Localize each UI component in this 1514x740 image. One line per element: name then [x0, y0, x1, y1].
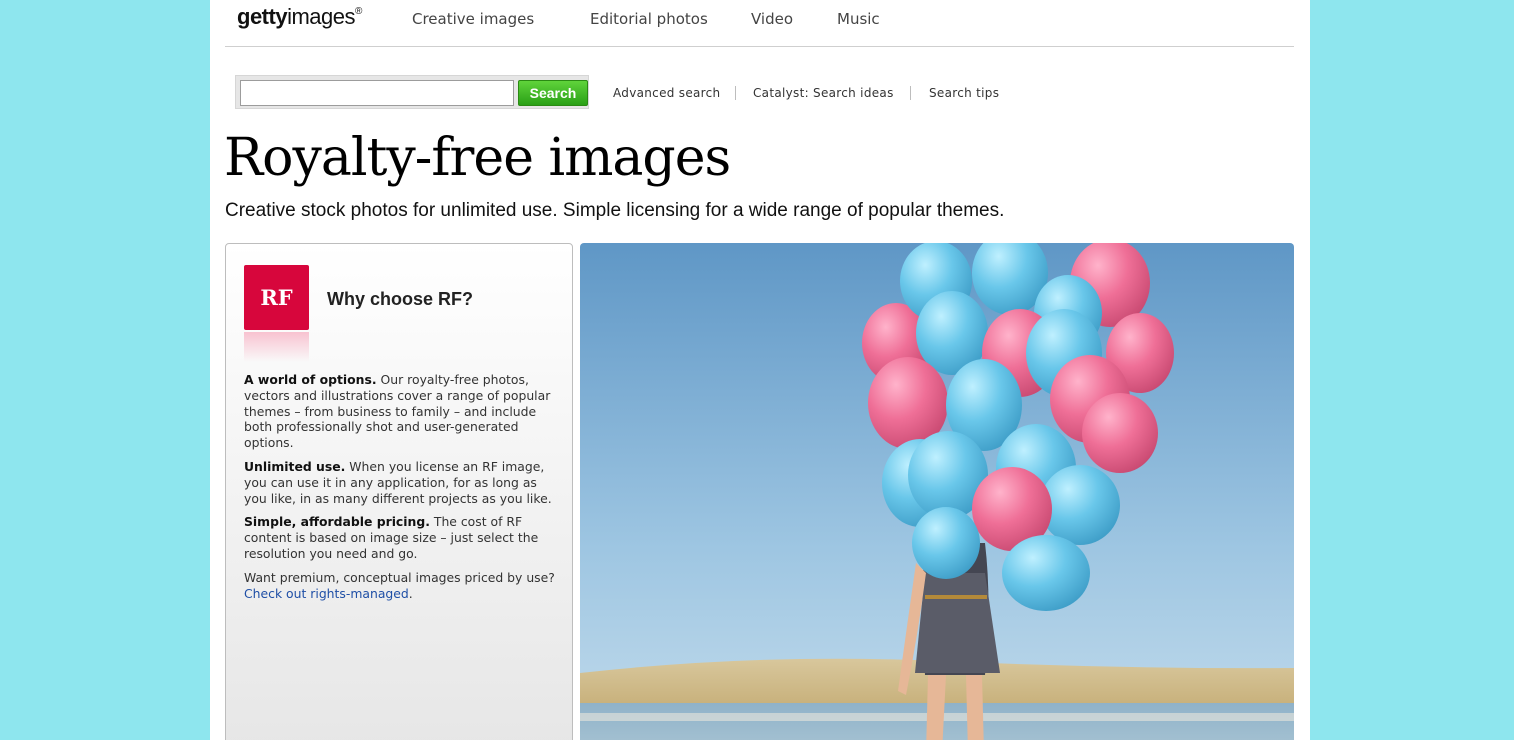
paragraph-options-bold: A world of options. — [244, 372, 377, 387]
page: gettyimages® Creative images Editorial p… — [210, 0, 1310, 740]
header-divider — [225, 46, 1294, 47]
paragraph-options: A world of options. Our royalty-free pho… — [244, 372, 562, 451]
logo-registered-mark: ® — [354, 6, 362, 17]
nav-music[interactable]: Music — [837, 10, 880, 28]
rf-badge-icon: RF — [244, 265, 309, 330]
paragraph-rm-end: . — [408, 585, 413, 601]
rf-badge-reflection — [244, 332, 309, 362]
why-rf-panel: RF Why choose RF? A world of options. Ou… — [225, 243, 573, 740]
paragraph-pricing-bold: Simple, affordable pricing. — [244, 514, 430, 530]
rights-managed-link[interactable]: Check out rights-managed — [244, 586, 409, 601]
paragraph-unlimited: Unlimited use. When you license an RF im… — [244, 459, 562, 506]
search-tips-link[interactable]: Search tips — [929, 86, 999, 100]
logo-light: images — [287, 4, 355, 29]
logo-bold: getty — [237, 4, 288, 29]
paragraph-unlimited-bold: Unlimited use. — [244, 458, 346, 474]
search-input[interactable] — [240, 80, 514, 106]
why-rf-text: A world of options. Our royalty-free pho… — [244, 372, 562, 609]
hero-illustration — [580, 243, 1294, 740]
paragraph-rights-managed: Want premium, conceptual images priced b… — [244, 570, 562, 602]
hero-image-balloons[interactable] — [580, 243, 1294, 740]
gettyimages-logo[interactable]: gettyimages® — [237, 4, 362, 30]
nav-video[interactable]: Video — [751, 10, 793, 28]
paragraph-pricing: Simple, affordable pricing. The cost of … — [244, 514, 562, 561]
paragraph-rm-text: Want premium, conceptual images priced b… — [244, 569, 555, 585]
search-button[interactable]: Search — [518, 80, 588, 106]
advanced-search-link[interactable]: Advanced search — [613, 86, 720, 100]
separator — [910, 86, 911, 100]
separator — [735, 86, 736, 100]
catalyst-search-ideas-link[interactable]: Catalyst: Search ideas — [753, 86, 894, 100]
page-subtitle: Creative stock photos for unlimited use.… — [225, 200, 1005, 221]
why-rf-heading: Why choose RF? — [327, 289, 474, 309]
page-title: Royalty-free images — [224, 128, 731, 188]
nav-editorial-photos[interactable]: Editorial photos — [590, 10, 708, 28]
nav-creative-images[interactable]: Creative images — [412, 10, 534, 28]
search-bar: Search — [235, 75, 589, 109]
